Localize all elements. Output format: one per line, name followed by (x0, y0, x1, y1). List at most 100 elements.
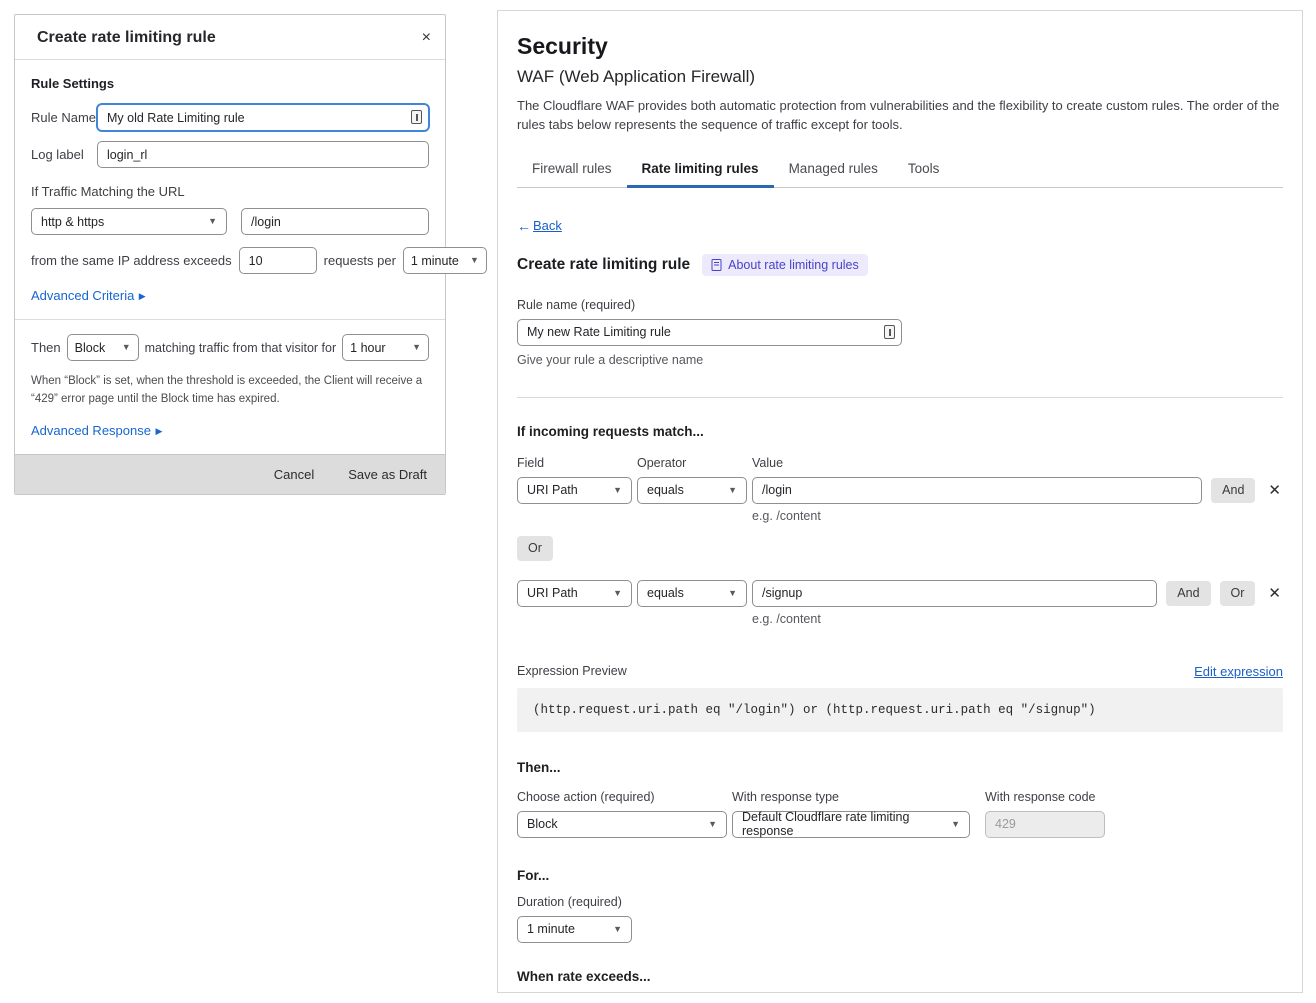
operator-select[interactable]: equals ▼ (637, 477, 747, 504)
security-waf-panel: Security WAF (Web Application Firewall) … (497, 10, 1303, 993)
operator-select[interactable]: equals ▼ (637, 580, 747, 607)
create-rate-limiting-rule-dialog: Create rate limiting rule × Rule Setting… (14, 14, 446, 495)
field-label: Field (517, 456, 637, 470)
period-select[interactable]: 1 minute ▼ (403, 247, 487, 274)
value-helper: e.g. /content (752, 612, 1283, 626)
or-button[interactable]: Or (517, 536, 553, 561)
chevron-down-icon: ▼ (728, 589, 737, 598)
scheme-select[interactable]: http & https ▼ (31, 208, 227, 235)
tab-firewall-rules[interactable]: Firewall rules (517, 155, 627, 188)
divider (517, 397, 1283, 398)
then-heading: Then... (517, 760, 1283, 775)
value-input[interactable] (752, 580, 1157, 607)
page-subtitle: WAF (Web Application Firewall) (517, 67, 1283, 87)
response-type-label: With response type (732, 790, 970, 804)
url-match-row: http & https ▼ (31, 208, 429, 235)
advanced-criteria-link[interactable]: Advanced Criteria ▶ (31, 287, 429, 305)
requests-per-text: requests per (324, 253, 396, 268)
expression-preview-label: Expression Preview (517, 664, 627, 678)
autofill-extension-icon (411, 110, 422, 124)
book-icon (711, 259, 722, 271)
form-title-row: Create rate limiting rule About rate lim… (517, 254, 1283, 276)
rule-name-helper: Give your rule a descriptive name (517, 353, 1283, 367)
and-button[interactable]: And (1211, 478, 1255, 503)
chevron-down-icon: ▼ (728, 486, 737, 495)
field-select[interactable]: URI Path ▼ (517, 580, 632, 607)
rate-section: When rate exceeds... Requests (required)… (517, 969, 1283, 993)
remove-condition-icon[interactable]: ✕ (1266, 584, 1283, 602)
tab-managed-rules[interactable]: Managed rules (774, 155, 893, 188)
url-input[interactable] (241, 208, 429, 235)
condition-row: URI Path ▼ equals ▼ And ✕ (517, 477, 1283, 504)
log-label-label: Log label (31, 147, 97, 162)
back-link[interactable]: ← Back (517, 218, 562, 234)
page-description: The Cloudflare WAF provides both automat… (517, 97, 1283, 135)
save-as-draft-button[interactable]: Save as Draft (348, 467, 427, 482)
chevron-down-icon: ▼ (951, 820, 960, 829)
tab-rate-limiting-rules[interactable]: Rate limiting rules (627, 155, 774, 188)
chevron-down-icon: ▼ (613, 925, 622, 934)
rule-name-input[interactable] (97, 104, 429, 131)
rule-name-input[interactable] (517, 319, 902, 346)
choose-action-label: Choose action (required) (517, 790, 727, 804)
field-select[interactable]: URI Path ▼ (517, 477, 632, 504)
then-label: Then (31, 340, 61, 355)
response-code-input (985, 811, 1105, 838)
then-row: Then Block ▼ matching traffic from that … (31, 334, 429, 361)
chevron-down-icon: ▼ (208, 217, 217, 226)
triangle-right-icon: ▶ (139, 291, 146, 301)
duration-label: Duration (required) (517, 895, 1283, 909)
expression-preview-section: Expression Preview Edit expression (http… (517, 664, 1283, 732)
dialog-footer: Cancel Save as Draft (15, 454, 445, 494)
edit-expression-link[interactable]: Edit expression (1194, 664, 1283, 679)
about-rate-limiting-badge[interactable]: About rate limiting rules (702, 254, 868, 276)
waf-tabs: Firewall rules Rate limiting rules Manag… (517, 155, 1283, 188)
rule-name-label: Rule Name (31, 110, 97, 125)
screenshot-stage: Create rate limiting rule × Rule Setting… (0, 0, 1316, 1003)
divider (15, 319, 445, 320)
page-title: Security (517, 33, 1283, 60)
condition-row: URI Path ▼ equals ▼ And Or ✕ (517, 580, 1283, 607)
response-code-label: With response code (985, 790, 1105, 804)
chevron-down-icon: ▼ (122, 343, 131, 352)
tab-tools[interactable]: Tools (893, 155, 955, 188)
then-mid-text: matching traffic from that visitor for (145, 341, 337, 355)
for-section: For... Duration (required) 1 minute ▼ (517, 868, 1283, 943)
arrow-left-icon: ← (517, 218, 531, 234)
rate-heading: When rate exceeds... (517, 969, 1283, 984)
chevron-down-icon: ▼ (613, 486, 622, 495)
dialog-title: Create rate limiting rule (31, 29, 216, 47)
remove-condition-icon[interactable]: ✕ (1266, 481, 1283, 499)
chevron-down-icon: ▼ (708, 820, 717, 829)
triangle-right-icon: ▶ (155, 426, 162, 436)
value-input[interactable] (752, 477, 1202, 504)
match-heading: If incoming requests match... (517, 424, 1283, 439)
form-title: Create rate limiting rule (517, 256, 690, 274)
action-select[interactable]: Block ▼ (67, 334, 139, 361)
threshold-prefix-text: from the same IP address exceeds (31, 253, 232, 268)
autofill-extension-icon (884, 325, 895, 339)
dialog-header: Create rate limiting rule × (15, 15, 445, 60)
traffic-matching-heading: If Traffic Matching the URL (31, 184, 429, 199)
cancel-button[interactable]: Cancel (274, 467, 314, 482)
response-type-select[interactable]: Default Cloudflare rate limiting respons… (732, 811, 970, 838)
log-label-row: Log label (31, 141, 429, 168)
dialog-body: Rule Settings Rule Name Log label If Tra… (15, 60, 445, 487)
chevron-down-icon: ▼ (613, 589, 622, 598)
operator-label: Operator (637, 456, 752, 470)
advanced-response-link[interactable]: Advanced Response ▶ (31, 422, 429, 440)
chevron-down-icon: ▼ (412, 343, 421, 352)
action-select[interactable]: Block ▼ (517, 811, 727, 838)
and-button[interactable]: And (1166, 581, 1210, 606)
log-label-input[interactable] (97, 141, 429, 168)
condition-column-labels: Field Operator Value (517, 456, 1283, 470)
duration-select[interactable]: 1 minute ▼ (517, 916, 632, 943)
threshold-input[interactable] (239, 247, 317, 274)
close-icon[interactable]: × (422, 29, 431, 47)
for-heading: For... (517, 868, 1283, 883)
rule-name-row: Rule Name (31, 104, 429, 131)
block-note-text: When “Block” is set, when the threshold … (31, 373, 429, 409)
block-duration-select[interactable]: 1 hour ▼ (342, 334, 429, 361)
or-button[interactable]: Or (1220, 581, 1256, 606)
expression-code: (http.request.uri.path eq "/login") or (… (517, 688, 1283, 732)
